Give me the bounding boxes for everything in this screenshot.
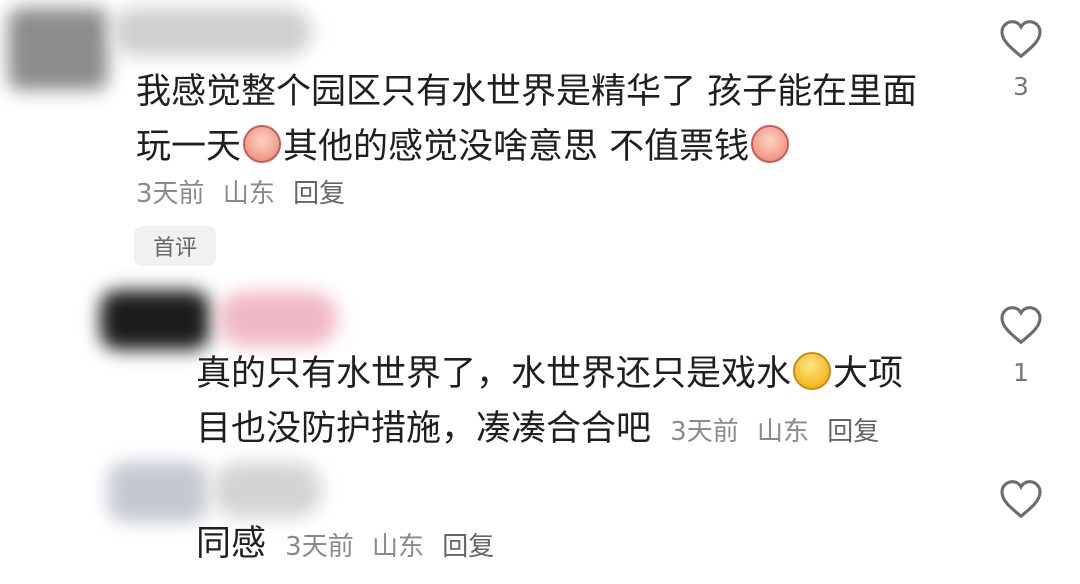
comment-meta: 3天前 山东 回复 <box>670 417 889 447</box>
comment-text: 真的只有水世界了，水世界还只是戏水 大项 目也没防护措施，凑凑合合吧 3天前 山东… <box>196 347 903 460</box>
heart-icon <box>1000 20 1042 58</box>
like-count: 3 <box>1013 72 1029 101</box>
blurred-avatar-1[interactable] <box>8 8 108 90</box>
tears-of-joy-emoji-icon <box>793 352 832 390</box>
comment-line-fragment: 目也没防护措施，凑凑合合吧 <box>196 409 652 449</box>
comment-text: 我感觉整个园区只有水世界是精华了 孩子能在里面 玩一天 其他的感觉没啥意思 不值票… <box>136 65 917 175</box>
comment-line: 我感觉整个园区只有水世界是精华了 孩子能在里面 <box>136 72 918 112</box>
comment-meta: 3天前 山东 回复 <box>136 173 355 210</box>
comment-meta: 3天前 山东 回复 <box>285 532 504 562</box>
crying-face-emoji-icon <box>751 125 790 163</box>
like-count: 1 <box>1013 358 1029 387</box>
comment-location: 山东 <box>371 532 424 562</box>
comment-line: 玩一天 其他的感觉没啥意思 不值票钱 <box>136 120 917 175</box>
blurred-username-3[interactable] <box>212 462 322 518</box>
comment-time: 3天前 <box>285 532 354 562</box>
like-button[interactable] <box>1000 306 1042 344</box>
comment-line-fragment: 大项 <box>833 354 904 394</box>
like-button[interactable] <box>1000 20 1042 58</box>
comment-location: 山东 <box>756 417 809 447</box>
blurred-avatar-3[interactable] <box>108 462 208 522</box>
comment-text: 同感 3天前 山东 回复 <box>196 517 504 575</box>
comment-line: 目也没防护措施，凑凑合合吧 3天前 山东 回复 <box>196 402 903 460</box>
heart-icon <box>1000 306 1042 344</box>
blurred-avatar-2[interactable] <box>100 290 210 350</box>
like-button[interactable] <box>1000 480 1042 518</box>
comment-time: 3天前 <box>670 417 739 447</box>
comment-location: 山东 <box>222 179 275 209</box>
comment-line-fragment: 玩一天 <box>136 127 242 167</box>
reply-button[interactable]: 回复 <box>827 417 879 447</box>
reply-button[interactable]: 回复 <box>293 179 345 209</box>
crying-face-emoji-icon <box>243 125 282 163</box>
comment-line-fragment: 真的只有水世界了，水世界还只是戏水 <box>196 354 792 394</box>
reply-button[interactable]: 回复 <box>442 532 494 562</box>
blurred-username-1[interactable] <box>112 8 312 56</box>
comment-line: 同感 <box>196 524 267 564</box>
first-comment-badge: 首评 <box>134 226 216 266</box>
comment-line: 真的只有水世界了，水世界还只是戏水 大项 <box>196 347 903 402</box>
blurred-username-2[interactable] <box>218 292 338 346</box>
heart-icon <box>1000 480 1042 518</box>
comment-line-fragment: 其他的感觉没啥意思 不值票钱 <box>283 127 750 167</box>
comment-time: 3天前 <box>136 179 205 209</box>
